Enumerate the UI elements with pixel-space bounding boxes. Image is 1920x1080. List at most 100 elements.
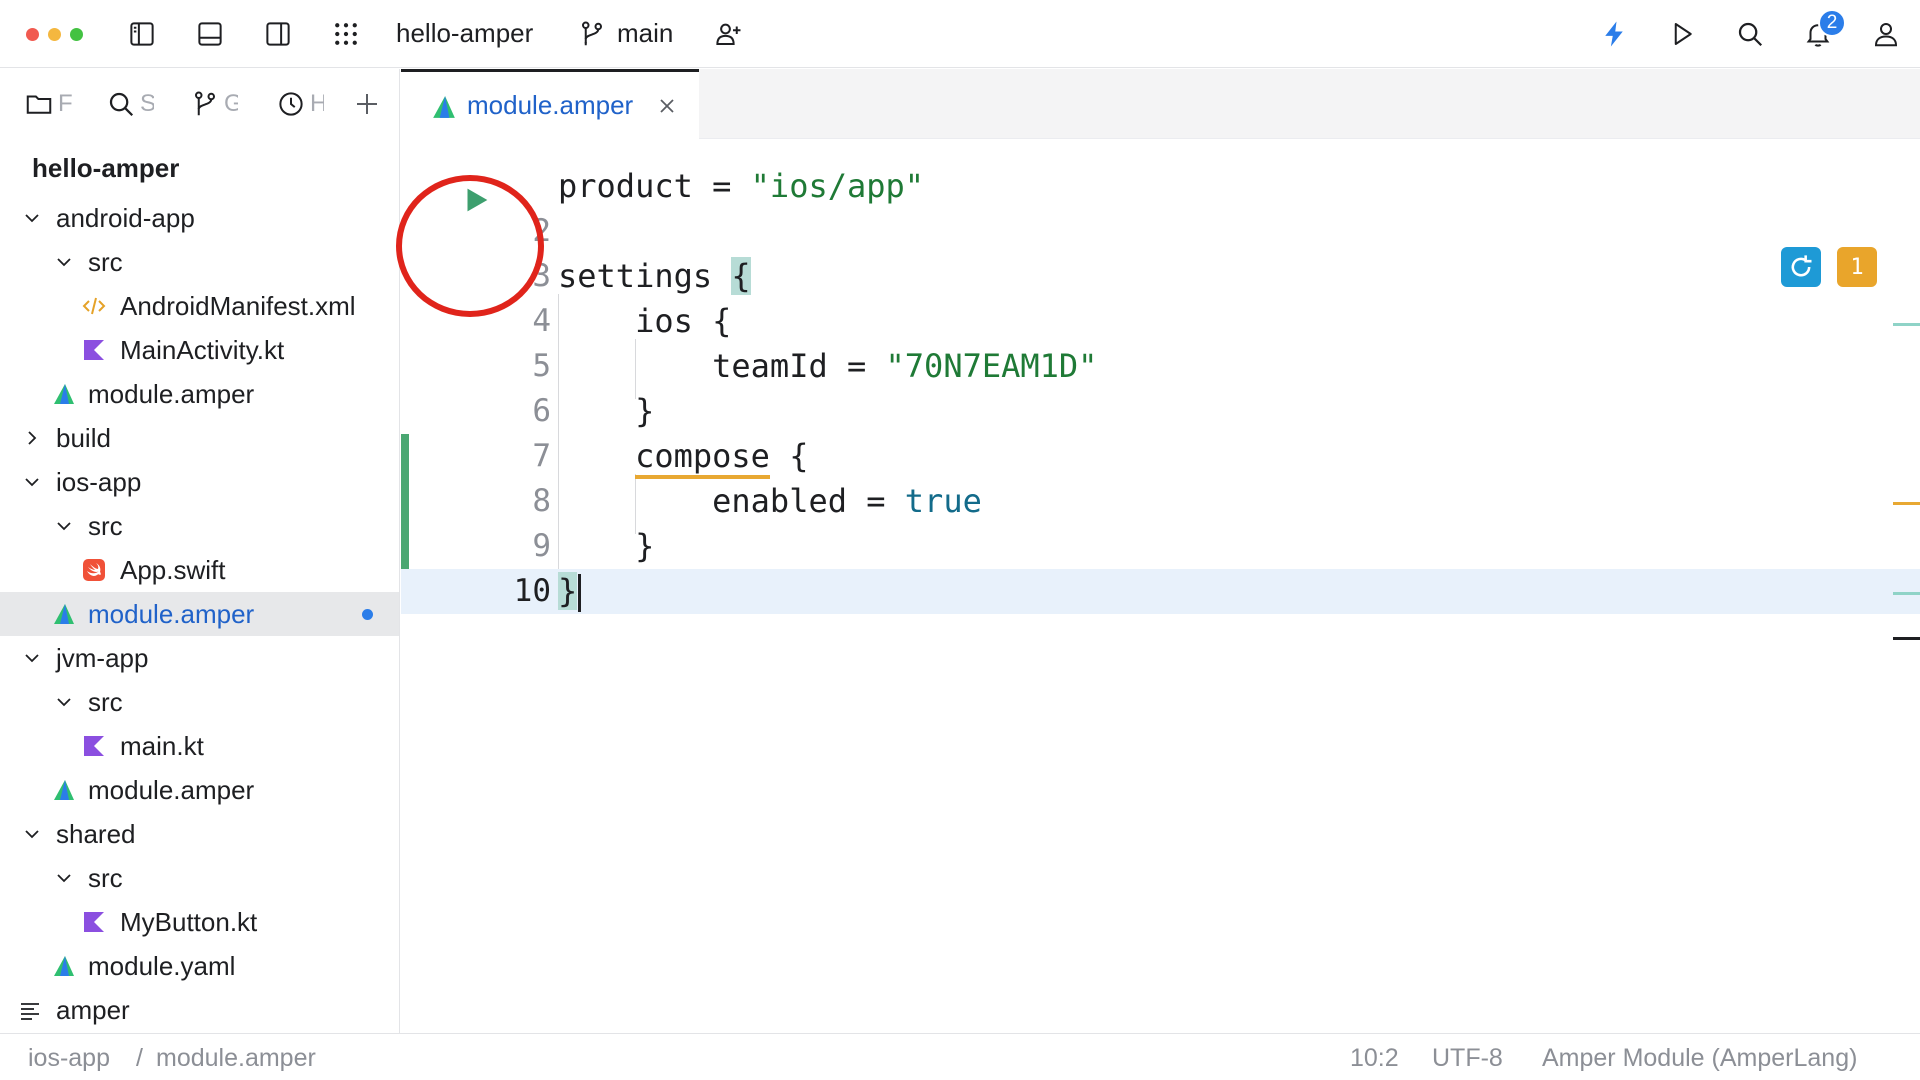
tree-item-label: module.amper — [88, 774, 255, 805]
chevron-down-icon[interactable] — [22, 208, 42, 228]
chevron-down-icon[interactable] — [54, 252, 74, 272]
tree-item-main-kt[interactable]: main.kt — [0, 724, 399, 768]
tree-item-jvm-app[interactable]: jvm-app — [0, 636, 399, 680]
minimize-window-button[interactable] — [48, 28, 61, 41]
notification-badge: 2 — [1818, 9, 1846, 37]
add-user-icon[interactable] — [708, 14, 748, 54]
file-encoding[interactable]: UTF-8 — [1432, 1044, 1503, 1073]
lightning-icon[interactable] — [1594, 14, 1634, 54]
right-panel-icon[interactable] — [258, 14, 298, 54]
tree-item-module-yaml[interactable]: module.yaml — [0, 944, 399, 988]
problems-count-badge[interactable]: 1 — [1837, 247, 1877, 287]
tab-git-label: G — [224, 90, 238, 118]
cursor-position[interactable]: 10:2 — [1350, 1044, 1399, 1073]
code-line-3[interactable]: 3 settings { — [401, 254, 1920, 299]
editor-tab-module-amper[interactable]: module.amper — [401, 69, 699, 139]
bottom-panel-icon[interactable] — [190, 14, 230, 54]
branch-icon[interactable] — [572, 14, 612, 54]
tree-item-app-swift[interactable]: App.swift — [0, 548, 399, 592]
change-marker[interactable] — [401, 524, 409, 569]
tree-item-amper[interactable]: amper — [0, 988, 399, 1032]
tree-item-label: AndroidManifest.xml — [120, 290, 356, 321]
tree-item-src[interactable]: src — [0, 680, 399, 724]
branch-name[interactable]: main — [617, 18, 673, 49]
add-tab-button[interactable] — [352, 85, 382, 123]
zoom-window-button[interactable] — [70, 28, 83, 41]
tree-item-label: main.kt — [120, 730, 204, 761]
tab-history-label: H — [310, 90, 324, 118]
code-line-2[interactable]: 2 — [401, 209, 1920, 254]
tree-item-module-amper-jvm[interactable]: module.amper — [0, 768, 399, 812]
code-line-7[interactable]: 7 compose { — [401, 434, 1920, 479]
chevron-down-icon[interactable] — [22, 648, 42, 668]
warning-token[interactable]: compose — [635, 437, 770, 479]
swift-icon — [83, 559, 105, 581]
chevron-down-icon[interactable] — [54, 692, 74, 712]
file-language[interactable]: Amper Module (AmperLang) — [1542, 1044, 1857, 1073]
kotlin-icon — [84, 736, 104, 756]
chevron-down-icon[interactable] — [22, 824, 42, 844]
code-line-10[interactable]: 10 } — [401, 569, 1920, 614]
change-marker[interactable] — [401, 479, 409, 524]
tree-item-androidmanifest[interactable]: AndroidManifest.xml — [0, 284, 399, 328]
line-number: 3 — [532, 258, 551, 294]
code-line-6[interactable]: 6 } — [401, 389, 1920, 434]
profile-icon[interactable] — [1866, 14, 1906, 54]
code-token: teamId = — [558, 347, 886, 385]
tree-item-shared[interactable]: shared — [0, 812, 399, 856]
tree-item-ios-app[interactable]: ios-app — [0, 460, 399, 504]
code-line-5[interactable]: 5 teamId = "70N7EAM1D" — [401, 344, 1920, 389]
left-panel-icon[interactable] — [122, 14, 162, 54]
chevron-down-icon[interactable] — [54, 868, 74, 888]
close-tab-icon[interactable] — [657, 96, 677, 116]
tree-item-build[interactable]: build — [0, 416, 399, 460]
run-icon[interactable] — [1662, 14, 1702, 54]
tree-item-label: jvm-app — [56, 642, 149, 673]
tab-files[interactable]: F — [24, 85, 72, 123]
code-line-1[interactable]: product = "ios/app" — [401, 164, 1920, 212]
reload-project-button[interactable] — [1781, 247, 1821, 287]
tree-item-label: module.yaml — [88, 950, 236, 981]
code-text: ios { — [558, 302, 732, 340]
tree-item-module-amper-ios[interactable]: module.amper — [0, 592, 399, 636]
code-token: product — [558, 167, 693, 205]
change-marker[interactable] — [401, 434, 409, 479]
scroll-marker[interactable] — [1893, 592, 1920, 595]
tree-item-src[interactable]: src — [0, 240, 399, 284]
tree-item-label: src — [88, 686, 123, 717]
code-editor[interactable]: product = "ios/app" 2 3 settings { 4 ios… — [396, 139, 1920, 1033]
code-token: settings — [558, 257, 732, 295]
close-window-button[interactable] — [26, 28, 39, 41]
code-line-4[interactable]: 4 ios { — [401, 299, 1920, 344]
tab-search[interactable]: S — [106, 85, 154, 123]
project-name[interactable]: hello-amper — [396, 18, 533, 49]
code-line-8[interactable]: 8 enabled = true — [401, 479, 1920, 524]
search-icon[interactable] — [1730, 14, 1770, 54]
code-token: = — [692, 167, 751, 205]
scroll-marker-warning[interactable] — [1893, 502, 1920, 505]
tab-history[interactable]: H — [276, 85, 324, 123]
tab-search-label: S — [140, 90, 154, 118]
tree-item-src[interactable]: src — [0, 856, 399, 900]
tree-item-mybutton[interactable]: MyButton.kt — [0, 900, 399, 944]
breadcrumb-ios-app[interactable]: ios-app — [28, 1044, 110, 1073]
tree-item-src[interactable]: src — [0, 504, 399, 548]
chevron-down-icon[interactable] — [22, 472, 42, 492]
editor-tab-label: module.amper — [467, 90, 634, 120]
line-number: 2 — [532, 213, 551, 249]
code-line-9[interactable]: 9 } — [401, 524, 1920, 569]
tab-git[interactable]: G — [190, 85, 238, 123]
scroll-marker-caret[interactable] — [1893, 637, 1920, 640]
apps-grid-icon[interactable] — [326, 14, 366, 54]
text-caret — [578, 574, 582, 612]
tree-item-android-app[interactable]: android-app — [0, 196, 399, 240]
kotlin-icon — [84, 912, 104, 932]
breadcrumb-separator: / — [136, 1044, 143, 1072]
chevron-down-icon[interactable] — [54, 516, 74, 536]
chevron-right-icon[interactable] — [22, 428, 42, 448]
breadcrumb-module-amper[interactable]: module.amper — [156, 1044, 316, 1073]
matched-brace: { — [731, 257, 751, 295]
tree-item-mainactivity[interactable]: MainActivity.kt — [0, 328, 399, 372]
scroll-marker[interactable] — [1893, 323, 1920, 326]
tree-item-module-amper-android[interactable]: module.amper — [0, 372, 399, 416]
